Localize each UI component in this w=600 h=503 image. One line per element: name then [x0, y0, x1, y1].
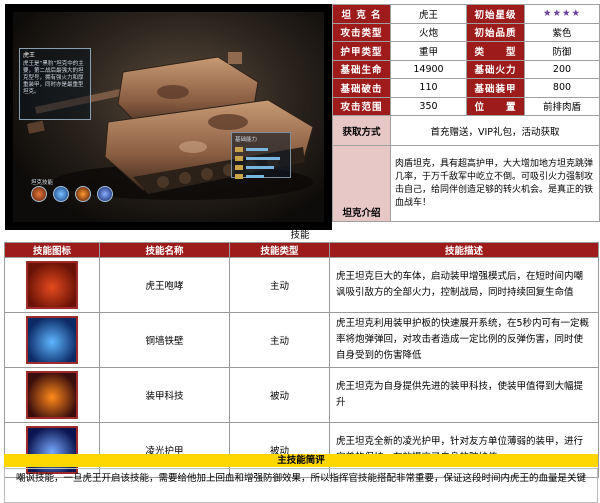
info-value: 350 [390, 96, 467, 116]
base-stats-title: 基础能力 [235, 137, 258, 143]
stat-bar-row [235, 156, 287, 161]
info-row: 坦 克 名虎王 初始星级 ★★★★ [332, 4, 600, 24]
skills-header-cell: 技能图标 [4, 242, 100, 258]
info-label: 基础装甲 [466, 78, 525, 98]
info-row: 攻击范围 350 位 置前排肉盾 [332, 96, 600, 116]
skill-description: 虎王坦克利用装甲护板的快速展开系统，在5秒内可有一定概率将炮弹弹回，对攻击者造成… [329, 312, 599, 368]
info-value: 紫色 [524, 22, 600, 42]
info-label: 攻击类型 [332, 22, 391, 42]
info-label: 坦 克 名 [332, 4, 391, 24]
skill-row: 铜墙铁壁 主动 虎王坦克利用装甲护板的快速展开系统，在5秒内可有一定概率将炮弹弹回，… [4, 312, 599, 368]
skills-header-row: 技能图标 技能名称 技能类型 技能描述 [4, 242, 599, 258]
skill-type: 被动 [229, 367, 330, 423]
skill-row: 虎王咆哮 主动 虎王坦克巨大的车体，启动装甲增强模式后，在短时间内嘲讽吸引敌方的全部… [4, 257, 599, 313]
armor-tech-icon [26, 371, 78, 419]
skill-name: 装甲科技 [99, 367, 230, 423]
stat-icon [235, 174, 243, 179]
info-label: 类 型 [466, 41, 525, 61]
tank-intro-panel: 虎王 虎王是“黑豹”坦克中的主要，第二战后最强大的坦克型号，拥有强火力和厚重装甲… [19, 48, 91, 120]
tank-intro-text: 虎王是“黑豹”坦克中的主要，第二战后最强大的坦克型号，拥有强火力和厚重装甲，同时… [23, 61, 84, 95]
skill-icon-cell [4, 367, 100, 423]
info-label: 位 置 [466, 96, 525, 116]
base-stats-panel: 基础能力 [231, 132, 291, 179]
intro-row: 坦克介绍 肉盾坦克，具有超高护甲，大大增加地方坦克跳弹几率，于万千敌军中屹立不倒。… [332, 145, 600, 222]
stat-bar [246, 157, 280, 160]
stat-icon [235, 147, 243, 152]
skill-description: 虎王坦克巨大的车体，启动装甲增强模式后，在短时间内嘲讽吸引敌方的全部火力，控制战… [329, 257, 599, 313]
info-value: 虎王 [390, 4, 467, 24]
info-label: 基础火力 [466, 59, 525, 79]
info-value: 火炮 [390, 22, 467, 42]
info-value: 200 [524, 59, 600, 79]
skills-table: 技能图标 技能名称 技能类型 技能描述 虎王咆哮 主动 虎王坦克巨大的车体，启动装甲增强模… [4, 242, 599, 478]
info-row: 基础生命 14900 基础火力 200 [332, 59, 600, 79]
stat-bar-row [235, 165, 287, 170]
info-row: 基础破击 110 基础装甲 800 [332, 78, 600, 98]
stat-bar [246, 166, 274, 169]
skill-icon-cell [4, 312, 100, 368]
skill-row: 装甲科技 被动 虎王坦克为自身提供先进的装甲科技，使装甲值得到大幅提升 [4, 367, 599, 423]
tank-roar-icon [26, 261, 78, 309]
tank-scene: 虎王 虎王是“黑豹”坦克中的主要，第二战后最强大的坦克型号，拥有强火力和厚重装甲… [13, 12, 324, 222]
skill-icon-cell [4, 257, 100, 313]
obtain-row: 获取方式 首充赠送，VIP礼包，活动获取 [332, 115, 600, 146]
info-value: 重甲 [390, 41, 467, 61]
info-value: 防御 [524, 41, 600, 61]
info-row: 攻击类型 火炮 初始品质 紫色 [332, 22, 600, 42]
obtain-label: 获取方式 [332, 115, 391, 146]
skills-header-cell: 技能类型 [229, 242, 330, 258]
stat-icon [235, 156, 243, 161]
intro-value: 肉盾坦克，具有超高护甲，大大增加地方坦克跳弹几率，于万千敌军中屹立不倒。可吸引火… [390, 145, 600, 222]
info-value: 800 [524, 78, 600, 98]
skill-type: 主动 [229, 257, 330, 313]
info-row: 护甲类型 重甲类 型防御 [332, 41, 600, 61]
skills-caption: 技能 [290, 230, 310, 241]
tank-intro-name: 虎王 [23, 52, 36, 59]
info-value: 前排肉盾 [524, 96, 600, 116]
skill-thumb-icon[interactable] [31, 186, 47, 202]
info-label: 基础破击 [332, 78, 391, 98]
skill-name: 铜墙铁壁 [99, 312, 230, 368]
tank-skills-strip: 坦克技能 [29, 172, 129, 212]
info-label: 初始品质 [466, 22, 525, 42]
obtain-value: 首充赠送，VIP礼包，活动获取 [390, 115, 600, 146]
main-skill-review-title: 主技能简评 [4, 454, 598, 467]
skills-header-cell: 技能描述 [329, 242, 599, 258]
info-value: 110 [390, 78, 467, 98]
intro-label: 坦克介绍 [332, 145, 391, 222]
iron-wall-icon [26, 316, 78, 364]
main-skill-review-text: 嘲讽技能，一旦虎王开启该技能，需要给他加上回血和增强防御效果，所以指挥官技能搭配… [4, 468, 598, 503]
skills-header-cell: 技能名称 [99, 242, 230, 258]
skill-description: 虎王坦克为自身提供先进的装甲科技，使装甲值得到大幅提升 [329, 367, 599, 423]
stat-bar-row [235, 174, 287, 179]
info-label: 初始星级 [466, 4, 525, 24]
stat-bar [246, 148, 268, 151]
skill-thumb-icon[interactable] [53, 186, 69, 202]
info-value: 14900 [390, 59, 467, 79]
tank-info-table: 坦 克 名虎王 初始星级 ★★★★ 攻击类型 火炮 初始品质 紫色 护甲类型 重甲类 型防御 基础… [332, 4, 600, 222]
stat-bar-row [235, 147, 287, 152]
skill-thumb-icon[interactable] [75, 186, 91, 202]
info-label: 攻击范围 [332, 96, 391, 116]
stat-icon [235, 165, 243, 170]
skill-thumb-icon[interactable] [97, 186, 113, 202]
tank-preview-image: 虎王 虎王是“黑豹”坦克中的主要，第二战后最强大的坦克型号，拥有强火力和厚重装甲… [5, 4, 332, 230]
stat-bar [246, 175, 264, 178]
info-value: ★★★★ [524, 4, 600, 24]
info-label: 护甲类型 [332, 41, 391, 61]
tank-skills-label: 坦克技能 [31, 180, 54, 186]
skill-name: 虎王咆哮 [99, 257, 230, 313]
info-label: 基础生命 [332, 59, 391, 79]
skill-type: 主动 [229, 312, 330, 368]
